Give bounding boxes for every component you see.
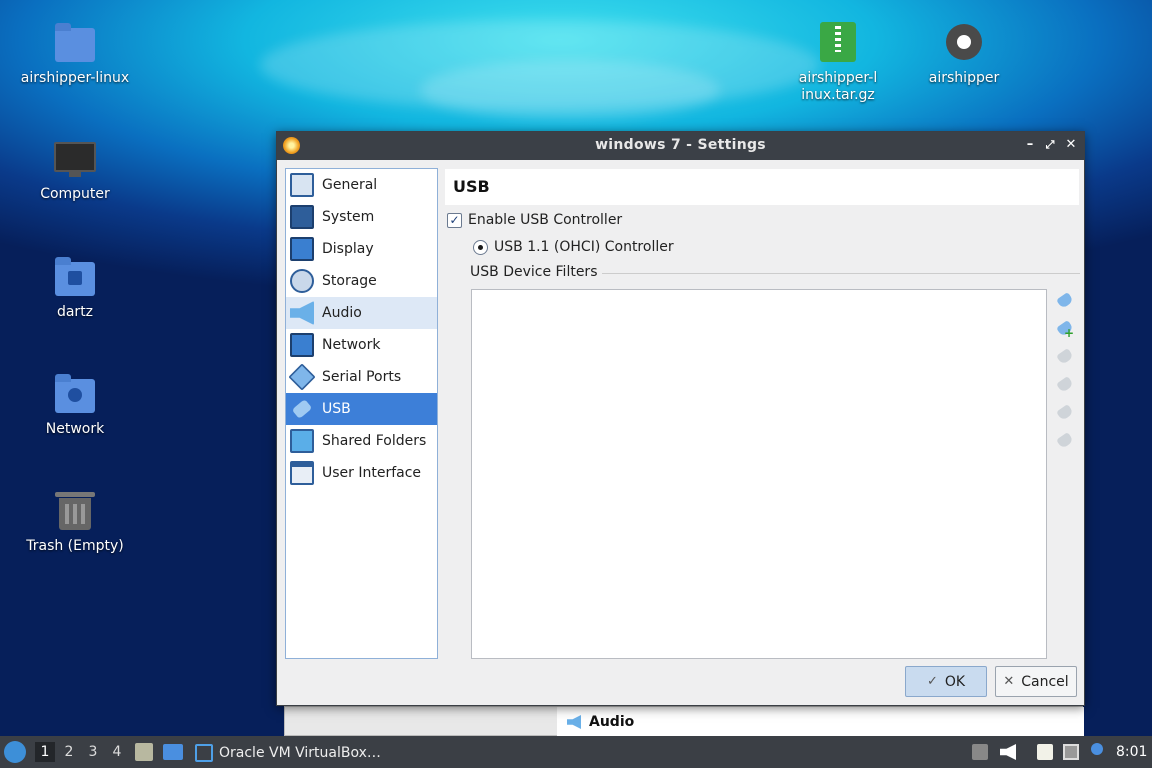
sidebar-item-label: User Interface	[322, 465, 422, 481]
dialog-titlebar[interactable]: windows 7 - Settings – ⤢ ✕	[277, 132, 1084, 160]
desktop-icon-label: Network	[45, 421, 105, 437]
file-manager-icon[interactable]	[135, 743, 153, 761]
remove-filter-icon	[1056, 375, 1074, 394]
trash-icon	[53, 490, 97, 532]
desktop-icon-label: airshipper-linux.tar.gz	[798, 70, 878, 103]
network-icon	[290, 333, 314, 357]
background-section-label: Audio	[589, 714, 635, 730]
show-desktop-icon[interactable]	[163, 744, 183, 760]
desktop-icon-computer[interactable]: Computer	[15, 138, 135, 202]
cancel-button[interactable]: ✕ Cancel	[995, 666, 1077, 697]
disk-icon[interactable]	[972, 744, 988, 760]
taskbar-app-label: Oracle VM VirtualBox…	[219, 745, 381, 761]
clipboard-icon[interactable]	[1037, 744, 1053, 760]
sidebar-item-usb[interactable]: USB	[286, 393, 437, 425]
desktop-icon-label: airshipper	[928, 70, 1000, 86]
virtualbox-icon	[195, 744, 213, 762]
sidebar-item-label: Display	[322, 241, 374, 257]
usb-controller-radio[interactable]	[473, 240, 488, 255]
sidebar-item-general[interactable]: General	[286, 169, 437, 201]
system-icon	[290, 205, 314, 229]
serial-ports-icon	[288, 363, 316, 391]
background-highlight	[420, 60, 720, 120]
sidebar-item-storage[interactable]: Storage	[286, 265, 437, 297]
sidebar-item-label: Shared Folders	[322, 433, 427, 449]
desktop-icon-label: Trash (Empty)	[26, 538, 124, 554]
sidebar-item-label: System	[322, 209, 375, 225]
add-filter-icon[interactable]	[1056, 291, 1074, 310]
edit-filter-icon	[1056, 347, 1074, 366]
desktop-icon-airshipper-archive[interactable]: airshipper-linux.tar.gz	[778, 22, 898, 104]
monitor-icon	[53, 138, 97, 180]
audio-icon	[290, 301, 314, 325]
sidebar-item-user-interface[interactable]: User Interface	[286, 457, 437, 489]
checkmark-icon: ✓	[926, 674, 938, 689]
network-folder-icon	[53, 373, 97, 415]
settings-sidebar: General System Display Storage Audio Net…	[285, 168, 438, 659]
move-down-icon	[1056, 431, 1074, 450]
workspace-1[interactable]: 1	[35, 742, 55, 762]
usb-icon	[291, 399, 313, 419]
sidebar-item-network[interactable]: Network	[286, 329, 437, 361]
workspace-2[interactable]: 2	[59, 742, 79, 762]
move-up-icon	[1056, 403, 1074, 422]
desktop-icon-airshipper[interactable]: airshipper	[904, 22, 1024, 86]
background-window: Audio	[284, 706, 1084, 737]
enable-usb-label[interactable]: Enable USB Controller	[468, 212, 622, 228]
home-folder-icon	[53, 256, 97, 298]
sidebar-item-label: Storage	[322, 273, 377, 289]
usb-controller-label[interactable]: USB 1.1 (OHCI) Controller	[494, 239, 674, 255]
start-menu-icon[interactable]	[4, 741, 26, 763]
dialog-title: windows 7 - Settings	[595, 137, 766, 153]
add-from-device-icon[interactable]: +	[1056, 319, 1074, 339]
sidebar-item-audio[interactable]: Audio	[286, 297, 437, 329]
storage-icon	[290, 269, 314, 293]
workspace-4[interactable]: 4	[107, 742, 127, 762]
sidebar-item-label: Serial Ports	[322, 369, 402, 385]
sidebar-item-shared-folders[interactable]: Shared Folders	[286, 425, 437, 457]
ok-button[interactable]: ✓ OK	[905, 666, 987, 697]
user-interface-icon	[290, 461, 314, 485]
desktop-icon-label: airshipper-linux	[20, 70, 130, 86]
close-icon: ✕	[1003, 674, 1015, 689]
desktop-icon-network[interactable]: Network	[15, 373, 135, 437]
workspace-3[interactable]: 3	[83, 742, 103, 762]
divider	[602, 273, 1080, 274]
volume-icon[interactable]	[1000, 744, 1016, 760]
desktop-icon-trash[interactable]: Trash (Empty)	[15, 490, 135, 554]
folder-icon	[53, 22, 97, 64]
maximize-button[interactable]: ⤢	[1041, 136, 1059, 154]
display-icon	[290, 237, 314, 261]
sidebar-item-label: Audio	[322, 305, 362, 321]
shared-folders-icon	[290, 429, 314, 453]
sidebar-item-label: USB	[322, 401, 351, 417]
usb-device-filters-label: USB Device Filters	[470, 264, 598, 280]
taskbar-app-virtualbox[interactable]: Oracle VM VirtualBox…	[195, 742, 381, 764]
desktop-icon-airshipper-linux[interactable]: airshipper-linux	[15, 22, 135, 86]
usb-device-filters-list[interactable]	[471, 289, 1047, 659]
sidebar-item-serial-ports[interactable]: Serial Ports	[286, 361, 437, 393]
archive-icon	[816, 22, 860, 64]
enable-usb-checkbox[interactable]: ✓	[447, 213, 462, 228]
desktop-icon-dartz[interactable]: dartz	[15, 256, 135, 320]
sidebar-item-display[interactable]: Display	[286, 233, 437, 265]
gear-icon	[942, 22, 986, 64]
ok-label: OK	[944, 673, 966, 690]
taskbar: 1 2 3 4 Oracle VM VirtualBox… 8:01	[0, 736, 1152, 768]
general-icon	[290, 173, 314, 197]
clock[interactable]: 8:01	[1116, 744, 1147, 760]
settings-dialog: windows 7 - Settings – ⤢ ✕ General Syste…	[276, 131, 1085, 706]
sidebar-item-system[interactable]: System	[286, 201, 437, 233]
sidebar-item-label: Network	[322, 337, 381, 353]
page-title: USB	[445, 169, 1079, 205]
close-button[interactable]: ✕	[1062, 136, 1080, 154]
desktop-icon-label: Computer	[40, 186, 110, 202]
cancel-label: Cancel	[1021, 673, 1069, 690]
desktop-icon-label: dartz	[56, 304, 94, 320]
minimize-button[interactable]: –	[1021, 136, 1039, 154]
network-status-icon[interactable]	[1063, 744, 1079, 760]
sidebar-item-label: General	[322, 177, 378, 193]
notification-icon[interactable]	[1091, 743, 1103, 755]
